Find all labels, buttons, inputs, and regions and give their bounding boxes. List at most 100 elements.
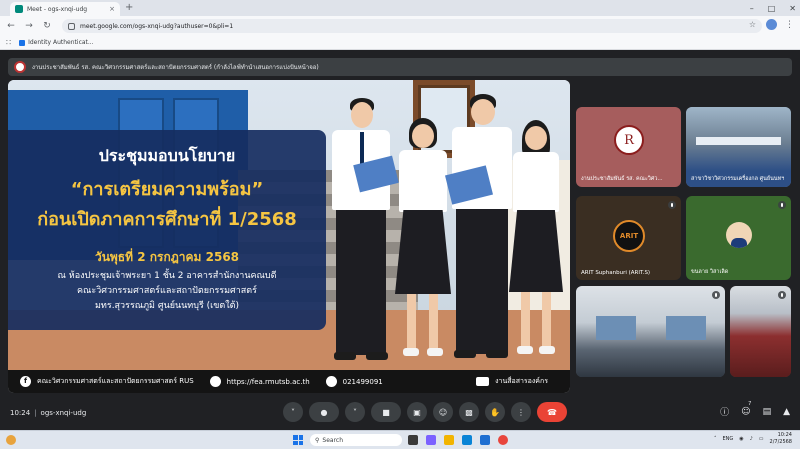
language-indicator[interactable]: ENG <box>722 436 733 442</box>
shared-screen[interactable]: ประชุมมอบนโยบาย “การเตรียมความพร้อม” ก่อ… <box>8 80 570 393</box>
activities-icon: ▲ <box>783 406 790 417</box>
bookmark-star-icon[interactable]: ☆ <box>749 20 756 29</box>
new-tab-button[interactable]: + <box>125 2 133 14</box>
captions-button[interactable]: ▣ <box>407 402 427 422</box>
emoji-reactions-button[interactable]: ☺ <box>433 402 453 422</box>
chevron-up-icon: ˅ <box>291 407 295 417</box>
profile-avatar[interactable] <box>766 19 777 30</box>
microphone-button[interactable]: ● <box>309 402 339 422</box>
present-screen-button[interactable]: ▩ <box>459 402 479 422</box>
omnibox[interactable]: meet.google.com/ogs-xnqi-udg?authuser=0&… <box>62 19 762 33</box>
muted-mic-icon <box>778 291 786 299</box>
announcement-title-2: ก่อนเปิดภาคการศึกษาที่ 1/2568 <box>37 209 297 230</box>
windows-start-icon[interactable] <box>293 435 303 445</box>
participant-tile[interactable]: ARIT ARIT Suphanburi (ARIT.S) <box>576 196 681 280</box>
store-icon[interactable] <box>480 435 490 445</box>
back-icon[interactable]: ← <box>4 21 18 31</box>
website-text: https://fea.rmutsb.ac.th <box>226 377 310 386</box>
url-text: meet.google.com/ogs-xnqi-udg?authuser=0&… <box>80 22 234 30</box>
chrome-icon[interactable] <box>498 435 508 445</box>
announcement-faculty: คณะวิศวกรรมศาสตร์และสถาปัตยกรรมศาสตร์ <box>77 286 257 296</box>
more-vert-icon: ⋮ <box>517 407 525 417</box>
faculty-logo-avatar: R <box>614 125 644 155</box>
participant-tile[interactable]: สาขาวิชาวิศวกรรมเครื่องกล ศูนย์นนทฯ <box>686 107 791 187</box>
video-feed <box>596 316 636 340</box>
chevron-up-icon: ˅ <box>353 407 357 417</box>
close-tab-icon[interactable]: × <box>109 5 115 13</box>
apps-grid-icon[interactable]: ∷ <box>6 38 11 47</box>
taskbar-search[interactable]: ⚲ Search <box>310 434 402 446</box>
presentation-footer: f คณะวิศวกรรมศาสตร์และสถาปัตยกรรมศาสตร์ … <box>8 370 570 393</box>
presenter-avatar <box>14 61 26 73</box>
clock-date: 2/7/2568 <box>769 439 792 445</box>
weather-icon[interactable] <box>6 435 16 445</box>
raise-hand-button[interactable]: ✋ <box>485 402 505 422</box>
browser-tab-bar: Meet - ogs-xnqi-udg × + – □ ✕ <box>0 0 800 16</box>
announcement-title-1: “การเตรียมความพร้อม” <box>70 179 264 200</box>
leave-call-button[interactable]: ☎ <box>537 402 567 422</box>
side-panel-controls: ⓘ ☺ 7 ▤ ▲ <box>720 401 790 419</box>
more-video-options-button[interactable]: ˅ <box>345 402 365 422</box>
microphone-icon: ● <box>320 407 328 417</box>
close-window-icon[interactable]: ✕ <box>789 4 796 13</box>
address-bar-row: ← → ↻ meet.google.com/ogs-xnqi-udg?authu… <box>0 16 800 36</box>
presenter-banner: งานประชาสัมพันธ์ รส. คณะวิศวกรรมศาสตร์แล… <box>8 58 792 76</box>
muted-mic-icon <box>712 291 720 299</box>
chevron-up-icon[interactable]: ˄ <box>714 436 717 442</box>
task-view-icon[interactable] <box>408 435 418 445</box>
more-options-button[interactable]: ⋮ <box>511 402 531 422</box>
edge-icon[interactable] <box>462 435 472 445</box>
site-info-icon[interactable] <box>68 22 75 30</box>
more-vert-icon[interactable]: ⋮ <box>785 20 794 30</box>
reload-icon[interactable]: ↻ <box>40 21 54 31</box>
facebook-icon: f <box>20 376 31 387</box>
people-button[interactable]: ☺ 7 <box>741 401 751 417</box>
more-audio-options-button[interactable]: ˅ <box>283 402 303 422</box>
announcement-card: ประชุมมอบนโยบาย “การเตรียมความพร้อม” ก่อ… <box>8 130 326 330</box>
participant-tile[interactable] <box>730 286 791 377</box>
activities-button[interactable]: ▲ <box>783 407 790 417</box>
clock-time: 10:24 <box>777 432 792 438</box>
call-controls: ˅ ● ˅ ■ ▣ ☺ ▩ ✋ ⋮ ☎ <box>283 402 567 422</box>
meeting-time: 10:24 <box>10 409 31 417</box>
separator: | <box>34 409 37 417</box>
teams-icon[interactable] <box>426 435 436 445</box>
globe-icon <box>209 376 221 387</box>
browser-tab-meet[interactable]: Meet - ogs-xnqi-udg × <box>10 2 120 16</box>
meeting-info: 10:24 | ogs-xnqi-udg <box>10 409 86 417</box>
browser-toolbar-right: ⋮ <box>766 19 794 30</box>
emoji-icon: ☺ <box>438 407 448 417</box>
participant-tile[interactable] <box>576 286 725 377</box>
participant-tile[interactable]: ขนลาย วิสาเลิด <box>686 196 791 280</box>
file-explorer-icon[interactable] <box>444 435 454 445</box>
student-illustration <box>508 120 564 368</box>
muted-mic-icon <box>668 201 676 209</box>
meet-window: งานประชาสัมพันธ์ รส. คณะวิศวกรรมศาสตร์แล… <box>0 50 800 430</box>
participant-name: ARIT Suphanburi (ARIT.S) <box>581 270 651 276</box>
chat-button[interactable]: ▤ <box>763 407 772 417</box>
system-tray: ˄ ENG ◉ ♪ ▭ 10:24 2/7/2568 <box>714 432 792 446</box>
battery-icon[interactable]: ▭ <box>759 436 764 442</box>
announcement-date: วันพุธที่ 2 กรกฎาคม 2568 <box>94 250 240 264</box>
maximize-icon[interactable]: □ <box>768 4 776 13</box>
video-feed <box>666 316 706 340</box>
participant-tile[interactable]: R งานประชาสัมพันธ์ รส. คณะวิศว... <box>576 107 681 187</box>
meet-favicon-icon <box>15 5 23 13</box>
taskbar-clock[interactable]: 10:24 2/7/2568 <box>770 432 792 446</box>
camera-button[interactable]: ■ <box>371 402 401 422</box>
chat-icon: ▤ <box>762 406 772 417</box>
forward-icon[interactable]: → <box>22 21 36 31</box>
arit-logo-avatar: ARIT <box>613 220 645 252</box>
meeting-details-button[interactable]: ⓘ <box>720 405 729 418</box>
window-controls: – □ ✕ <box>750 0 796 16</box>
windows-taskbar: ⚲ Search ˄ ENG ◉ ♪ ▭ 10:24 2/7/2568 <box>0 430 800 449</box>
volume-icon[interactable]: ♪ <box>750 436 753 442</box>
video-feed <box>696 137 781 145</box>
participant-name: งานประชาสัมพันธ์ รส. คณะวิศว... <box>581 176 663 182</box>
wifi-icon[interactable]: ◉ <box>739 436 743 442</box>
announcement-campus: มทร.สุวรรณภูมิ ศูนย์นนทบุรี (เขตใต้) <box>95 301 239 311</box>
bookmark-item[interactable]: Identity Authenticat... <box>19 39 94 46</box>
minimize-icon[interactable]: – <box>750 4 754 13</box>
presenter-banner-text: งานประชาสัมพันธ์ รส. คณะวิศวกรรมศาสตร์แล… <box>32 64 319 71</box>
participant-avatar <box>726 222 752 248</box>
